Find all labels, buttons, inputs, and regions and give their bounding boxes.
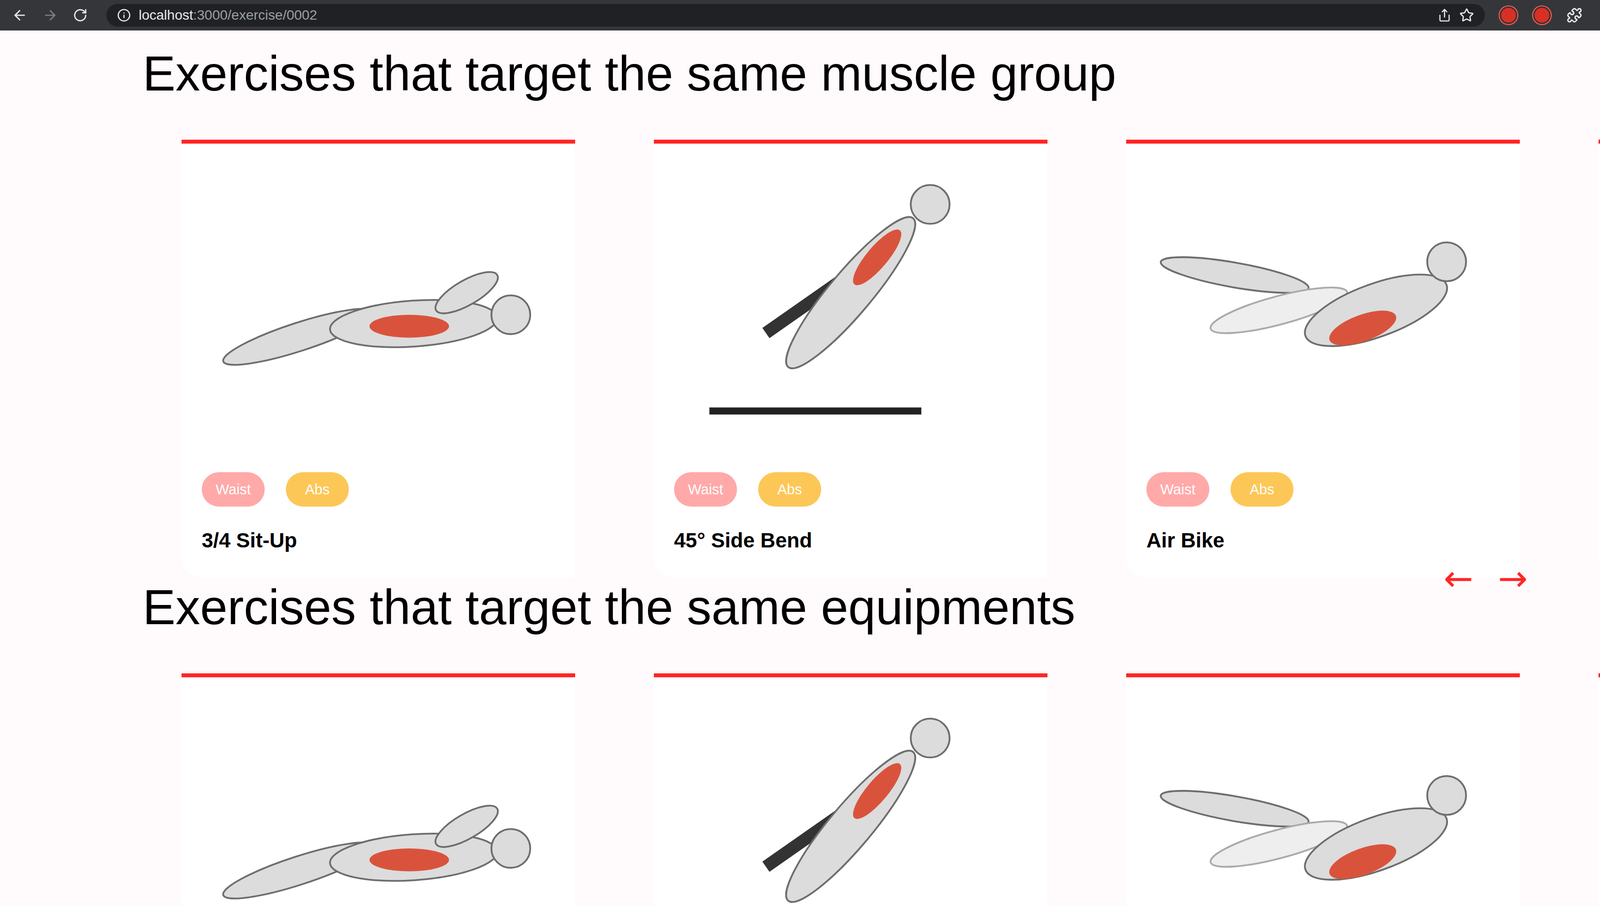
address-bar[interactable]: localhost:3000/exercise/0002	[106, 3, 1485, 27]
exercise-name: 3/4 Sit-Up	[201, 528, 555, 554]
reload-button[interactable]	[72, 7, 88, 23]
page: Exercises that target the same muscle gr…	[0, 30, 1600, 906]
exercise-card[interactable]	[1598, 673, 1600, 906]
card-track[interactable]	[0, 673, 1600, 906]
browser-window: localhost:3000/exercise/0002 Exercises th…	[0, 0, 1600, 906]
exercise-figure	[674, 143, 1028, 460]
exercise-card[interactable]: Waist Abs Air Bike	[1126, 139, 1520, 578]
exercise-card[interactable]	[1598, 139, 1600, 578]
exercise-figure	[674, 677, 1028, 906]
exercise-section: Exercises that target the same muscle gr…	[0, 43, 1600, 578]
section-heading: Exercises that target the same equipment…	[0, 577, 1600, 637]
tag-row: Waist Abs	[201, 472, 555, 507]
section-heading: Exercises that target the same muscle gr…	[0, 43, 1600, 103]
tag[interactable]: Abs	[285, 472, 349, 507]
exercise-figure	[1146, 677, 1500, 906]
share-icon[interactable]	[1437, 8, 1452, 23]
exercise-card[interactable]	[1126, 673, 1520, 906]
exercise-figure	[201, 143, 555, 460]
info-icon[interactable]	[117, 8, 131, 23]
puzzle-icon[interactable]	[1566, 7, 1583, 24]
tag[interactable]: Abs	[1230, 472, 1294, 507]
exercise-card[interactable]	[181, 673, 576, 906]
carousel: WaistAbs3/4 Sit-UpWaistAbs45° Side BendW…	[0, 139, 1600, 578]
tag[interactable]: Waist	[1146, 472, 1210, 507]
arrow-button[interactable]: ←	[1443, 560, 1474, 597]
card-track[interactable]: WaistAbs3/4 Sit-UpWaistAbs45° Side BendW…	[0, 139, 1600, 578]
back-arrow-icon	[11, 7, 28, 24]
exercise-card[interactable]: Waist Abs 3/4 Sit-Up	[181, 139, 576, 578]
exercise-figure	[1146, 143, 1500, 460]
exercise-name: Air Bike	[1146, 528, 1500, 554]
extensions	[1499, 6, 1589, 25]
exercise-section: Exercises that target the same equipment…	[0, 577, 1600, 906]
tag[interactable]: Waist	[674, 472, 738, 507]
url-text: localhost:3000/exercise/0002	[138, 7, 1430, 24]
exercise-name: 45° Side Bend	[674, 528, 1028, 554]
arrow-button[interactable]: →	[1498, 560, 1528, 597]
forward-button[interactable]	[42, 7, 59, 24]
url-host: localhost	[138, 7, 194, 23]
tag-row: Waist Abs	[674, 472, 1028, 507]
carousel-arrows: ←→	[1443, 560, 1528, 597]
forward-arrow-icon	[42, 7, 59, 24]
tag[interactable]: Waist	[201, 472, 265, 507]
reload-icon	[72, 7, 88, 23]
back-button[interactable]	[11, 7, 28, 24]
extension-icon[interactable]	[1533, 6, 1551, 25]
tag-row: Waist Abs	[1146, 472, 1500, 507]
exercise-figure	[201, 677, 555, 906]
carousel	[0, 673, 1600, 906]
browser-toolbar: localhost:3000/exercise/0002	[0, 0, 1600, 31]
tag[interactable]: Abs	[758, 472, 822, 507]
star-icon[interactable]	[1459, 7, 1475, 23]
exercise-card[interactable]	[653, 673, 1048, 906]
exercise-card[interactable]: Waist Abs 45° Side Bend	[653, 139, 1048, 578]
extension-icon[interactable]	[1499, 6, 1518, 25]
